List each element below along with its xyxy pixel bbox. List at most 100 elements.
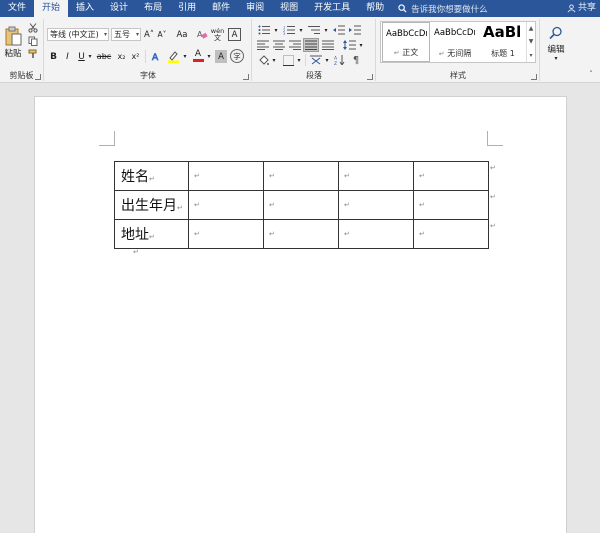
decrease-indent-button[interactable] bbox=[332, 24, 346, 36]
character-shading-button[interactable]: A bbox=[215, 50, 227, 63]
highlight-dropdown-arrow[interactable]: ▾ bbox=[182, 50, 188, 63]
editing-button[interactable]: 编辑 ▾ bbox=[544, 21, 568, 67]
table-cell[interactable]: ↵ bbox=[413, 190, 489, 220]
gallery-up-icon[interactable]: ▲ bbox=[529, 25, 534, 32]
table-cell[interactable]: ↵ bbox=[263, 161, 339, 191]
bullets-button[interactable] bbox=[256, 24, 272, 36]
line-spacing-button[interactable] bbox=[341, 39, 357, 51]
clear-formatting-button[interactable]: A bbox=[195, 28, 209, 41]
chinese-layout-dropdown-arrow[interactable]: ▾ bbox=[324, 54, 330, 66]
clipboard-dialog-launcher[interactable] bbox=[35, 74, 41, 80]
font-name-dropdown[interactable]: 等线 (中文正) ▾ bbox=[47, 28, 109, 41]
character-border-button[interactable]: A bbox=[228, 28, 241, 41]
collapse-ribbon-button[interactable]: ˄ bbox=[586, 69, 596, 79]
editing-dropdown-arrow: ▾ bbox=[554, 55, 558, 62]
multilevel-dropdown-arrow[interactable]: ▾ bbox=[323, 24, 329, 36]
numbering-button[interactable]: 123 bbox=[281, 24, 297, 36]
font-dialog-launcher[interactable] bbox=[243, 74, 249, 80]
paragraph-dialog-launcher[interactable] bbox=[367, 74, 373, 80]
document-page[interactable]: 姓名↵ ↵ ↵ ↵ ↵ 出生年月↵ ↵ ↵ ↵ ↵ 地址↵ ↵ ↵ ↵ ↵ ↵ … bbox=[34, 96, 567, 533]
table-cell[interactable]: 地址↵ bbox=[114, 219, 189, 249]
borders-icon bbox=[282, 54, 294, 66]
text-effects-button[interactable]: A bbox=[149, 49, 163, 63]
numbered-list-icon: 123 bbox=[283, 26, 295, 35]
align-right-button[interactable] bbox=[288, 39, 302, 51]
grow-font-button[interactable]: A˄ bbox=[143, 28, 155, 41]
shading-button[interactable] bbox=[256, 54, 270, 66]
underline-dropdown-arrow[interactable]: ▾ bbox=[87, 50, 93, 63]
table-cell[interactable]: ↵ bbox=[263, 219, 339, 249]
row-label-name: 姓名 bbox=[121, 169, 149, 185]
chinese-layout-button[interactable] bbox=[309, 54, 323, 66]
show-formatting-marks-button[interactable]: ¶ bbox=[349, 54, 363, 66]
align-left-button[interactable] bbox=[256, 39, 270, 51]
font-color-button[interactable]: A bbox=[191, 49, 205, 63]
table-cell[interactable]: ↵ bbox=[263, 190, 339, 220]
gallery-more-icon[interactable]: ▾ bbox=[529, 52, 532, 59]
multilevel-list-button[interactable] bbox=[306, 24, 322, 36]
format-painter-button[interactable] bbox=[26, 48, 40, 60]
enclose-characters-button[interactable]: 字 bbox=[230, 49, 244, 63]
table-cell[interactable]: ↵ bbox=[338, 219, 414, 249]
table-cell[interactable]: ↵ bbox=[188, 161, 264, 191]
phonetic-guide-button[interactable]: wén 文 bbox=[210, 27, 225, 42]
font-color-label: A bbox=[194, 49, 202, 59]
bullets-dropdown-arrow[interactable]: ▾ bbox=[273, 24, 279, 36]
shading-dropdown-arrow[interactable]: ▾ bbox=[271, 54, 277, 66]
table-row: 地址↵ ↵ ↵ ↵ ↵ bbox=[114, 219, 489, 249]
tab-home[interactable]: 开始 bbox=[34, 0, 69, 17]
font-color-dropdown-arrow[interactable]: ▾ bbox=[206, 50, 212, 63]
share-button[interactable]: 共享 bbox=[567, 0, 596, 17]
table-cell[interactable]: ↵ bbox=[413, 219, 489, 249]
font-size-dropdown[interactable]: 五号 ▾ bbox=[111, 28, 141, 41]
tab-layout[interactable]: 布局 bbox=[136, 0, 170, 17]
styles-dialog-launcher[interactable] bbox=[531, 74, 537, 80]
tab-design[interactable]: 设计 bbox=[102, 0, 136, 17]
line-spacing-dropdown-arrow[interactable]: ▾ bbox=[358, 39, 364, 51]
bold-button[interactable]: B bbox=[48, 50, 59, 63]
justify-button[interactable] bbox=[303, 38, 319, 52]
numbering-dropdown-arrow[interactable]: ▾ bbox=[298, 24, 304, 36]
cut-button[interactable] bbox=[26, 22, 40, 34]
borders-dropdown-arrow[interactable]: ▾ bbox=[296, 54, 302, 66]
underline-button[interactable]: U bbox=[76, 50, 87, 63]
tab-help[interactable]: 帮助 bbox=[358, 0, 392, 17]
tab-review[interactable]: 审阅 bbox=[238, 0, 272, 17]
tab-developer[interactable]: 开发工具 bbox=[306, 0, 358, 17]
row-end-mark: ↵ bbox=[490, 164, 496, 172]
superscript-button[interactable]: x² bbox=[129, 50, 142, 63]
tab-references[interactable]: 引用 bbox=[170, 0, 204, 17]
increase-indent-button[interactable] bbox=[348, 24, 362, 36]
table-cell[interactable]: ↵ bbox=[188, 219, 264, 249]
row-label-birth: 出生年月 bbox=[121, 198, 177, 214]
italic-button[interactable]: I bbox=[62, 50, 73, 63]
gallery-down-icon[interactable]: ▼ bbox=[529, 38, 534, 45]
change-case-button[interactable]: Aa bbox=[173, 28, 191, 41]
table-cell[interactable]: 姓名↵ bbox=[114, 161, 189, 191]
borders-button[interactable] bbox=[281, 54, 295, 66]
distributed-button[interactable] bbox=[321, 39, 335, 51]
justify-icon bbox=[305, 40, 317, 50]
table-cell[interactable]: ↵ bbox=[338, 161, 414, 191]
style-no-spacing[interactable]: AaBbCcDı ↵ 无间隔 bbox=[431, 22, 479, 62]
tab-mailings[interactable]: 邮件 bbox=[204, 0, 238, 17]
table-cell[interactable]: 出生年月↵ bbox=[114, 190, 189, 220]
table-cell[interactable]: ↵ bbox=[413, 161, 489, 191]
tab-file[interactable]: 文件 bbox=[0, 0, 34, 17]
style-heading-1[interactable]: AaBl 标题 1 bbox=[480, 22, 526, 62]
tab-insert[interactable]: 插入 bbox=[68, 0, 102, 17]
tell-me-box[interactable]: 告诉我你想要做什么 bbox=[398, 3, 488, 15]
style-normal[interactable]: AaBbCcDı ↵ 正文 bbox=[382, 22, 430, 62]
gallery-scroll[interactable]: ▲ ▼ ▾ bbox=[526, 22, 535, 62]
table-cell[interactable]: ↵ bbox=[188, 190, 264, 220]
table-cell[interactable]: ↵ bbox=[338, 190, 414, 220]
subscript-button[interactable]: x₂ bbox=[115, 50, 128, 63]
copy-button[interactable] bbox=[26, 35, 40, 47]
sort-button[interactable]: AZ bbox=[333, 54, 347, 66]
align-center-button[interactable] bbox=[272, 39, 286, 51]
paste-button[interactable]: 粘贴 bbox=[2, 22, 24, 62]
shrink-font-button[interactable]: A˅ bbox=[156, 28, 168, 41]
tab-view[interactable]: 视图 bbox=[272, 0, 306, 17]
highlight-button[interactable] bbox=[165, 49, 181, 63]
strikethrough-button[interactable]: abc bbox=[95, 50, 113, 63]
